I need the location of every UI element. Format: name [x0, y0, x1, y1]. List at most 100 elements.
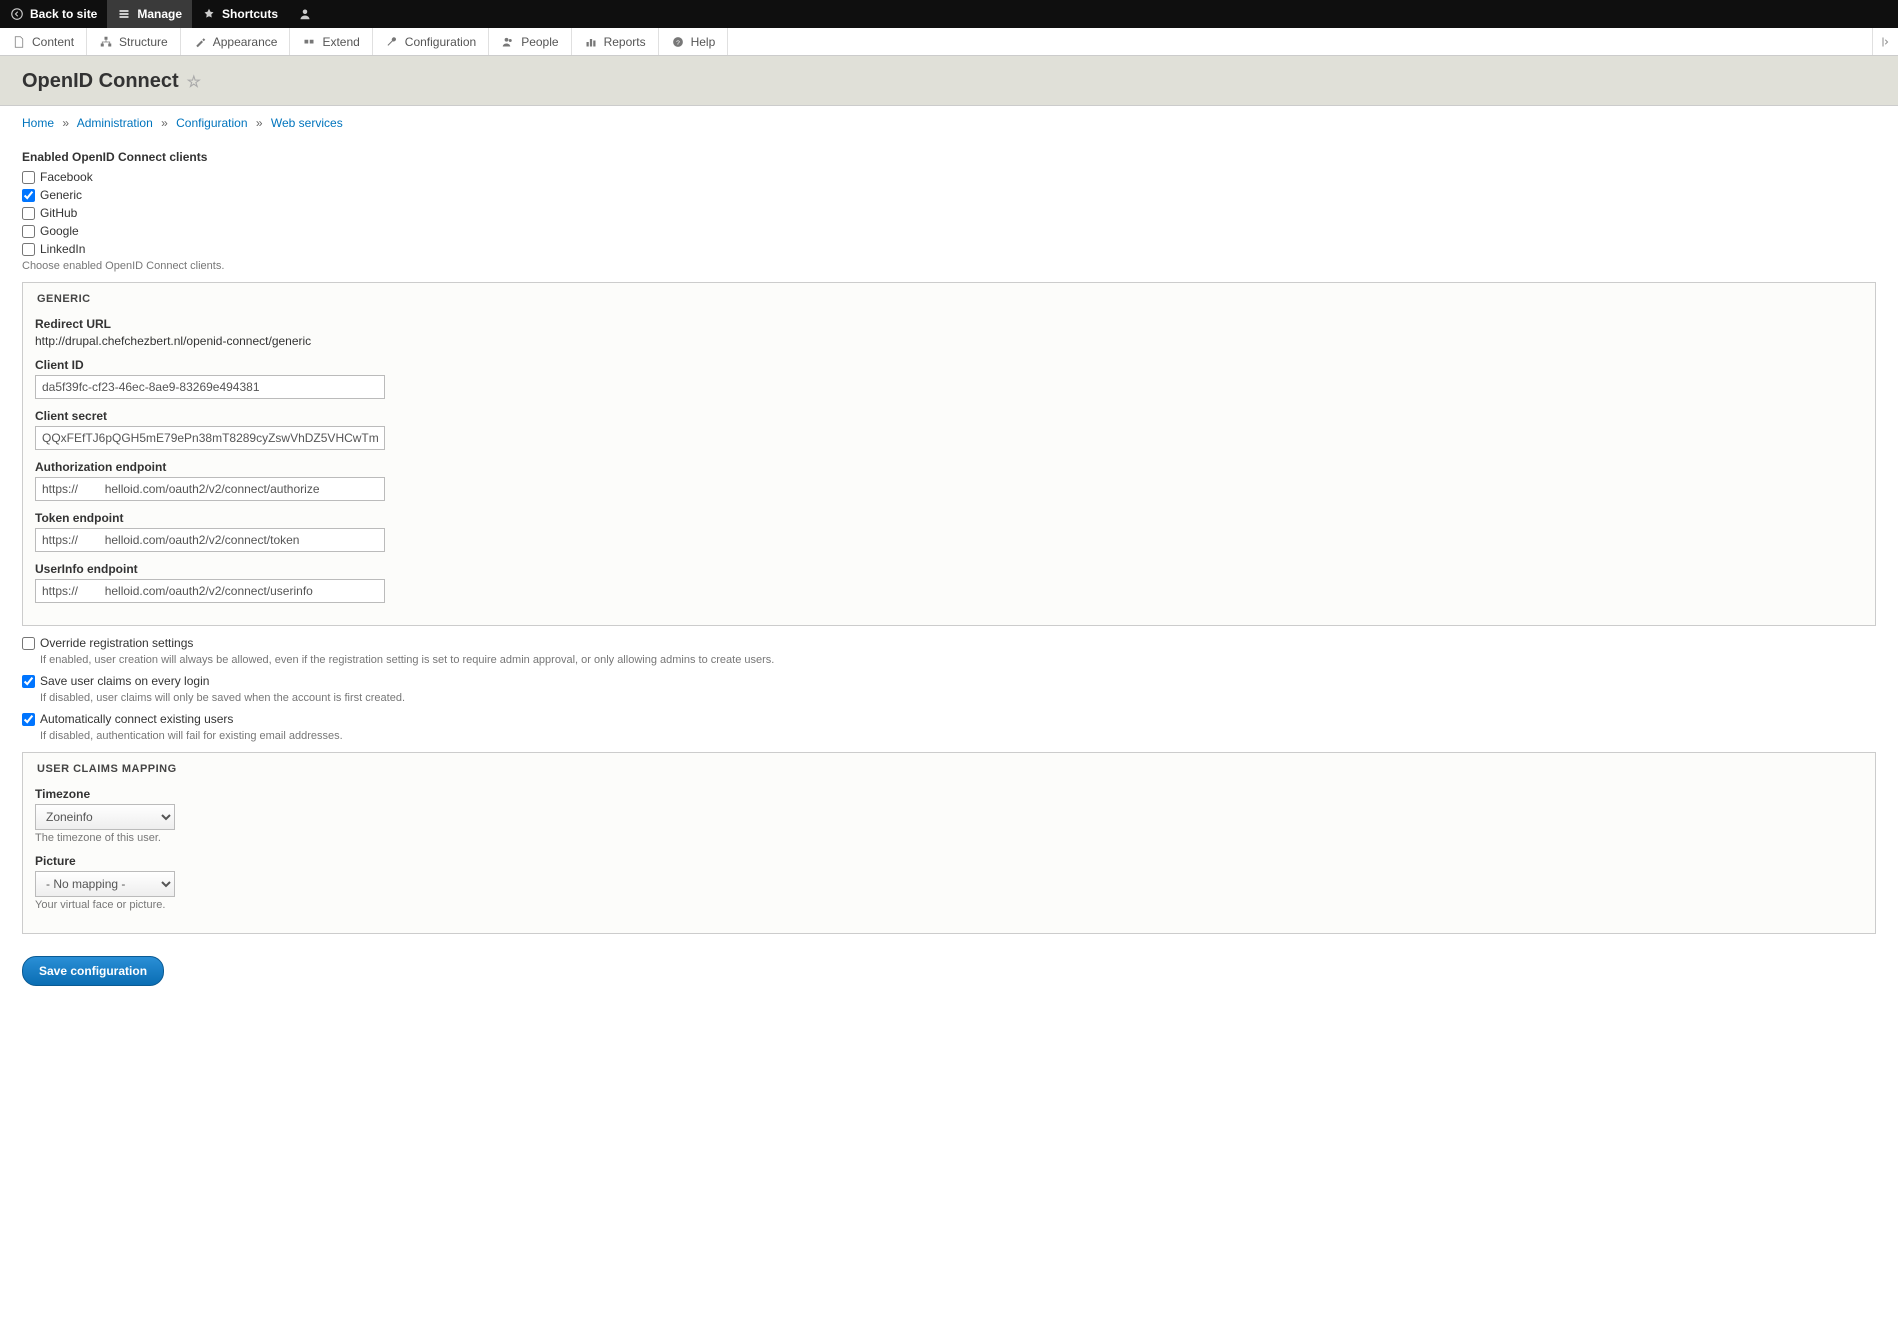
title-region: OpenID Connect ☆	[0, 56, 1898, 106]
redirect-url-value: http://drupal.chefchezbert.nl/openid-con…	[35, 334, 1863, 348]
favorite-star-icon[interactable]: ☆	[187, 72, 201, 92]
client-github-label: GitHub	[40, 206, 77, 220]
tab-label: People	[521, 35, 558, 49]
nav-collapse[interactable]	[1872, 28, 1898, 55]
admin-nav: Content Structure Appearance Extend Conf…	[0, 28, 1898, 56]
extend-icon	[302, 35, 316, 49]
timezone-hint: The timezone of this user.	[35, 832, 1863, 844]
crumb-config[interactable]: Configuration	[176, 116, 247, 130]
back-to-site[interactable]: Back to site	[0, 0, 107, 28]
bar-chart-icon	[584, 35, 598, 49]
tab-reports[interactable]: Reports	[572, 28, 659, 55]
enabled-clients-heading: Enabled OpenID Connect clients	[22, 150, 1876, 164]
tab-label: Reports	[604, 35, 646, 49]
auto-connect: Automatically connect existing users	[22, 712, 1876, 726]
userinfo-endpoint-item: UserInfo endpoint	[35, 562, 1863, 603]
override-registration-checkbox[interactable]	[22, 637, 35, 650]
crumb-admin[interactable]: Administration	[77, 116, 153, 130]
client-generic-label: Generic	[40, 188, 82, 202]
tab-structure[interactable]: Structure	[87, 28, 181, 55]
tab-people[interactable]: People	[489, 28, 571, 55]
client-facebook: Facebook	[22, 170, 1876, 184]
back-label: Back to site	[30, 7, 97, 21]
picture-item: Picture - No mapping - Your virtual face…	[35, 854, 1863, 911]
crumb-web[interactable]: Web services	[271, 116, 343, 130]
redirect-url-label: Redirect URL	[35, 317, 1863, 331]
userinfo-endpoint-label: UserInfo endpoint	[35, 562, 1863, 576]
help-icon: ?	[671, 35, 685, 49]
timezone-select[interactable]: Zoneinfo	[35, 804, 175, 830]
tab-label: Extend	[322, 35, 359, 49]
page-title-text: OpenID Connect	[22, 70, 179, 93]
crumb-sep: »	[62, 116, 69, 130]
client-linkedin-label: LinkedIn	[40, 242, 85, 256]
client-secret-item: Client secret	[35, 409, 1863, 450]
auto-connect-hint: If disabled, authentication will fail fo…	[40, 730, 1876, 742]
client-google-label: Google	[40, 224, 79, 238]
picture-hint: Your virtual face or picture.	[35, 899, 1863, 911]
tab-content[interactable]: Content	[0, 28, 87, 55]
tab-help[interactable]: ? Help	[659, 28, 729, 55]
clients-hint: Choose enabled OpenID Connect clients.	[22, 260, 1876, 272]
tab-label: Structure	[119, 35, 168, 49]
auth-endpoint-item: Authorization endpoint	[35, 460, 1863, 501]
client-id-input[interactable]	[35, 375, 385, 399]
user-icon	[298, 7, 312, 21]
client-github: GitHub	[22, 206, 1876, 220]
auto-connect-checkbox[interactable]	[22, 713, 35, 726]
auto-connect-label: Automatically connect existing users	[40, 712, 233, 726]
client-google: Google	[22, 224, 1876, 238]
tab-label: Appearance	[213, 35, 278, 49]
crumb-home[interactable]: Home	[22, 116, 54, 130]
generic-title: GENERIC	[35, 293, 1863, 311]
breadcrumb: Home » Administration » Configuration » …	[0, 106, 1898, 140]
tab-label: Configuration	[405, 35, 476, 49]
client-linkedin-checkbox[interactable]	[22, 243, 35, 256]
override-registration-label: Override registration settings	[40, 636, 193, 650]
user-menu[interactable]	[288, 0, 322, 28]
save-claims: Save user claims on every login	[22, 674, 1876, 688]
save-claims-hint: If disabled, user claims will only be sa…	[40, 692, 1876, 704]
client-id-item: Client ID	[35, 358, 1863, 399]
wrench-icon	[385, 35, 399, 49]
save-claims-label: Save user claims on every login	[40, 674, 209, 688]
generic-fieldset: GENERIC Redirect URL http://drupal.chefc…	[22, 282, 1876, 626]
auth-endpoint-input[interactable]	[35, 477, 385, 501]
client-google-checkbox[interactable]	[22, 225, 35, 238]
collapse-icon	[1880, 36, 1892, 48]
userinfo-endpoint-input[interactable]	[35, 579, 385, 603]
token-endpoint-input[interactable]	[35, 528, 385, 552]
client-facebook-label: Facebook	[40, 170, 93, 184]
crumb-sep: »	[256, 116, 263, 130]
people-icon	[501, 35, 515, 49]
structure-icon	[99, 35, 113, 49]
tab-appearance[interactable]: Appearance	[181, 28, 291, 55]
shortcuts-menu[interactable]: Shortcuts	[192, 0, 288, 28]
manage-label: Manage	[137, 7, 182, 21]
timezone-label: Timezone	[35, 787, 1863, 801]
menu-icon	[117, 7, 131, 21]
picture-select[interactable]: - No mapping -	[35, 871, 175, 897]
client-secret-input[interactable]	[35, 426, 385, 450]
client-generic-checkbox[interactable]	[22, 189, 35, 202]
client-linkedin: LinkedIn	[22, 242, 1876, 256]
client-secret-label: Client secret	[35, 409, 1863, 423]
save-claims-checkbox[interactable]	[22, 675, 35, 688]
client-generic: Generic	[22, 188, 1876, 202]
save-button[interactable]: Save configuration	[22, 956, 164, 986]
token-endpoint-label: Token endpoint	[35, 511, 1863, 525]
manage-toggle[interactable]: Manage	[107, 0, 192, 28]
override-registration-hint: If enabled, user creation will always be…	[40, 654, 1876, 666]
client-facebook-checkbox[interactable]	[22, 171, 35, 184]
tab-label: Help	[691, 35, 716, 49]
page-title: OpenID Connect ☆	[22, 70, 1876, 93]
mapping-fieldset: USER CLAIMS MAPPING Timezone Zoneinfo Th…	[22, 752, 1876, 934]
tab-extend[interactable]: Extend	[290, 28, 372, 55]
tab-configuration[interactable]: Configuration	[373, 28, 489, 55]
picture-label: Picture	[35, 854, 1863, 868]
client-github-checkbox[interactable]	[22, 207, 35, 220]
back-arrow-icon	[10, 7, 24, 21]
svg-text:?: ?	[676, 40, 680, 47]
override-registration: Override registration settings	[22, 636, 1876, 650]
crumb-sep: »	[161, 116, 168, 130]
